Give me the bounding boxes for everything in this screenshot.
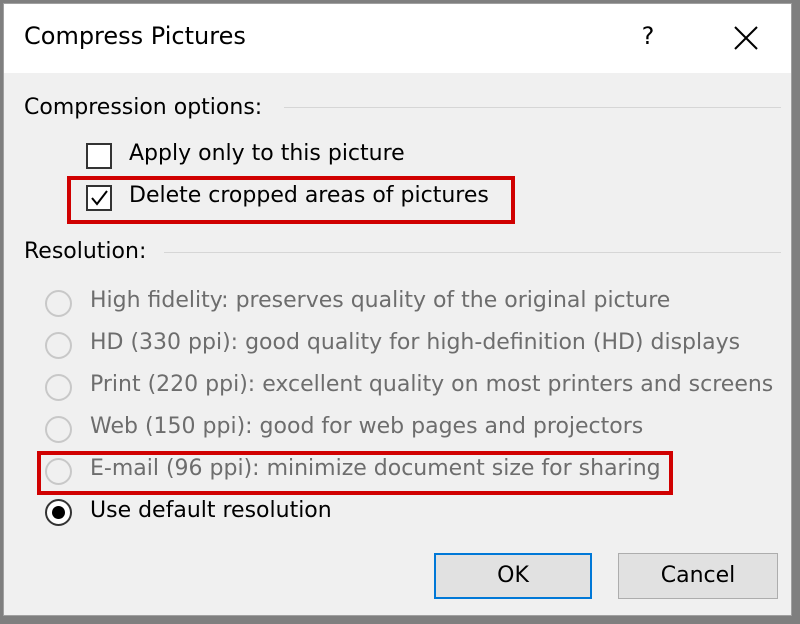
web-label[interactable]: Web (150 ppi): good for web pages and pr… [90, 414, 643, 439]
email-label[interactable]: E-mail (96 ppi): minimize document size … [90, 456, 661, 481]
help-button[interactable]: ? [630, 18, 666, 54]
dialog-title: Compress Pictures [24, 22, 246, 50]
print-label[interactable]: Print (220 ppi): excellent quality on mo… [90, 372, 773, 397]
close-icon [734, 26, 758, 50]
radio-web[interactable] [45, 416, 72, 443]
ok-button[interactable]: OK [434, 553, 592, 599]
radio-hd[interactable] [45, 332, 72, 359]
hd-label[interactable]: HD (330 ppi): good quality for high-defi… [90, 330, 740, 355]
radio-email[interactable] [45, 458, 72, 485]
radio-high-fidelity[interactable] [45, 290, 72, 317]
radio-selected-dot [52, 506, 65, 519]
high-fidelity-label[interactable]: High fidelity: preserves quality of the … [90, 288, 670, 313]
compress-pictures-dialog: Compress Pictures ? Compression options:… [3, 3, 792, 616]
compression-options-heading: Compression options: [24, 95, 263, 120]
checkmark-icon [91, 190, 108, 206]
resolution-divider [164, 252, 781, 253]
cancel-button[interactable]: Cancel [618, 553, 778, 599]
default-resolution-label[interactable]: Use default resolution [90, 498, 332, 523]
delete-cropped-checkbox[interactable] [86, 185, 112, 211]
title-bar: Compress Pictures ? [4, 4, 791, 73]
compression-divider [284, 107, 781, 108]
resolution-heading: Resolution: [24, 239, 147, 264]
radio-print[interactable] [45, 374, 72, 401]
radio-default-resolution[interactable] [45, 499, 72, 526]
delete-cropped-label[interactable]: Delete cropped areas of pictures [129, 183, 489, 208]
apply-only-label[interactable]: Apply only to this picture [129, 141, 405, 166]
apply-only-checkbox[interactable] [86, 143, 112, 169]
close-button[interactable] [726, 18, 766, 58]
